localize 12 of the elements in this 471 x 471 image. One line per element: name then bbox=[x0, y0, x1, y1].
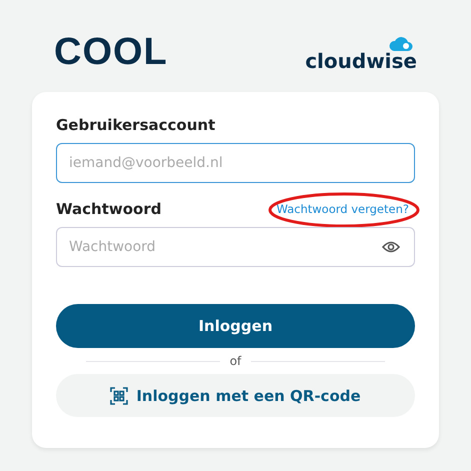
username-field[interactable]: iemand@voorbeeld.nl bbox=[56, 143, 415, 183]
cloud-icon bbox=[389, 36, 413, 52]
separator-text: of bbox=[230, 354, 242, 368]
qr-code-icon bbox=[110, 386, 128, 404]
field-label: Wachtwoord bbox=[56, 200, 162, 218]
password-field[interactable]: Wachtwoord bbox=[56, 227, 415, 267]
field-label: Gebruikersaccount bbox=[56, 116, 216, 134]
brand-name: cloudwise bbox=[305, 50, 417, 72]
qr-login-button[interactable]: Inloggen met een QR-code bbox=[56, 374, 415, 417]
login-button[interactable]: Inloggen bbox=[56, 304, 415, 348]
eye-icon[interactable] bbox=[382, 241, 400, 253]
logo: COOL bbox=[54, 32, 168, 72]
